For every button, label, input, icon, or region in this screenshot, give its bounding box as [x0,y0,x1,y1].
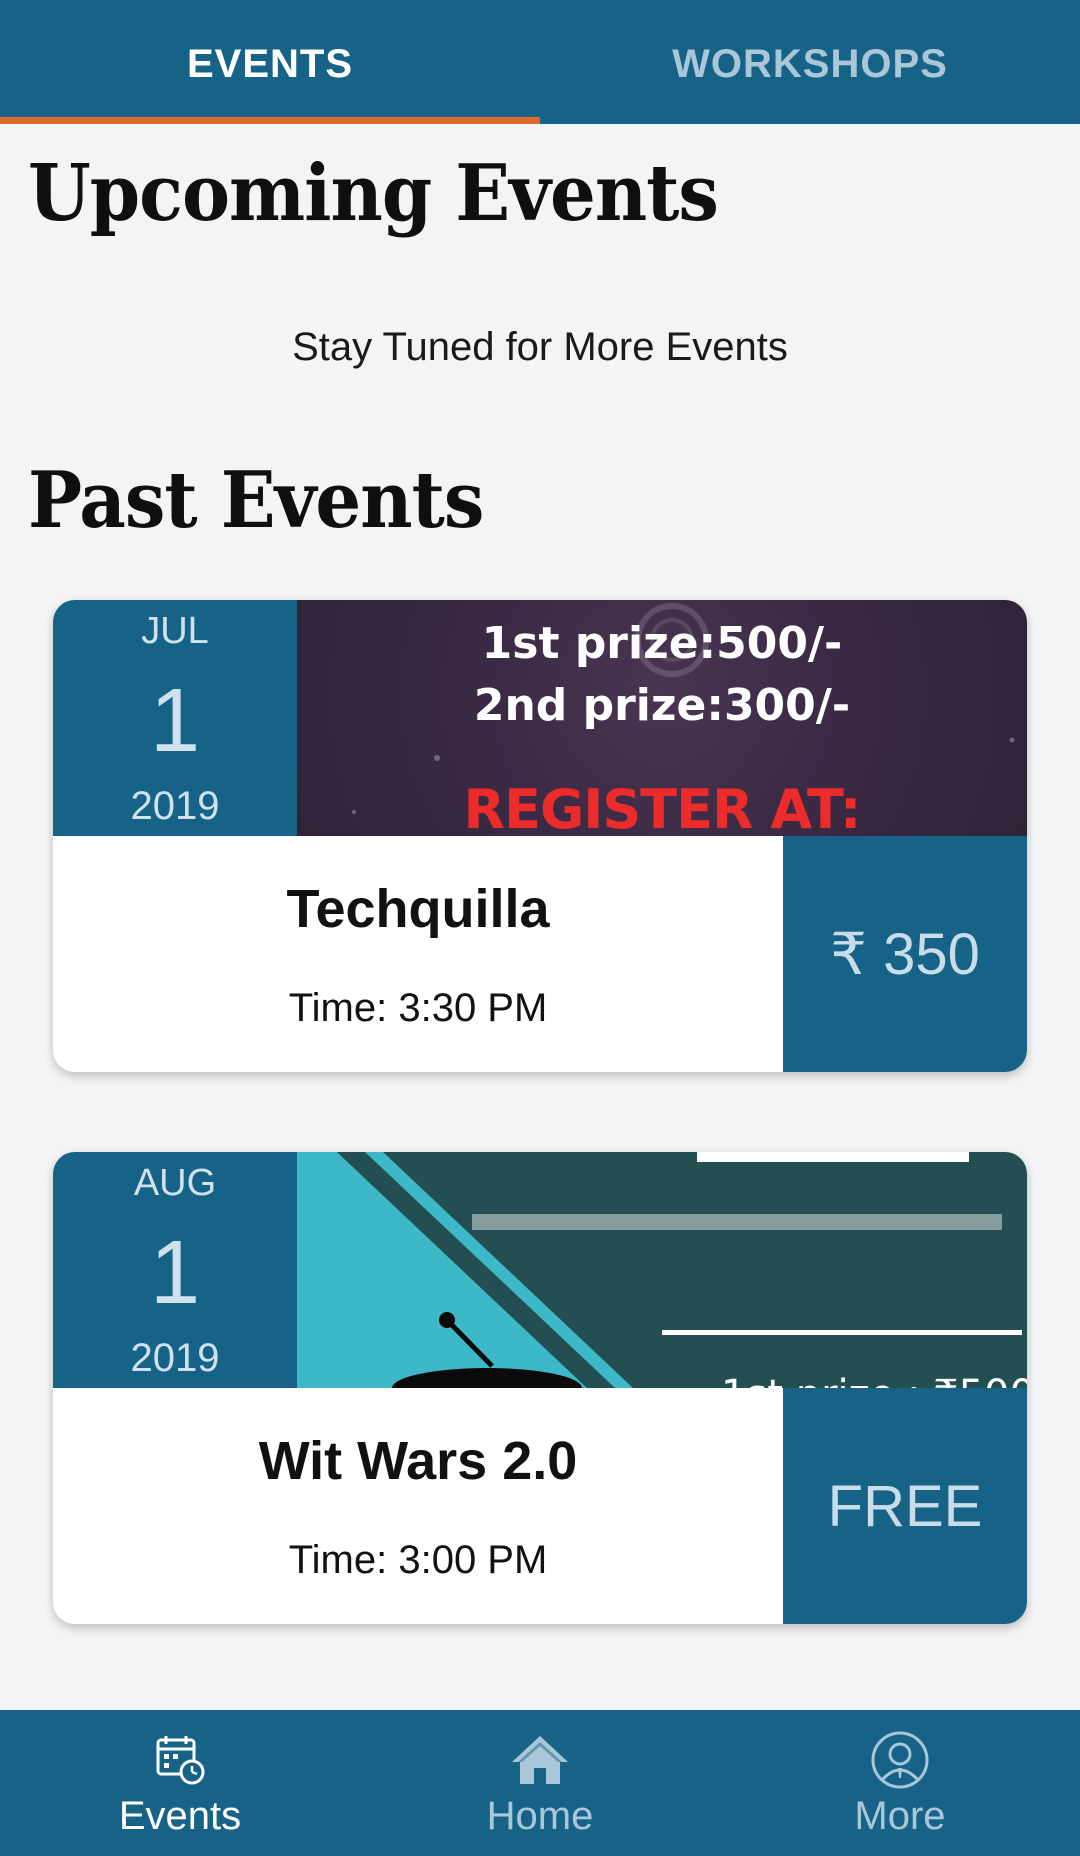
nav-home-label: Home [486,1794,594,1838]
bottom-navigation: Events Home More [0,1710,1080,1856]
event-time: Time: 3:30 PM [288,986,548,1030]
event-info: Wit Wars 2.0 Time: 3:00 PM [53,1388,783,1624]
active-tab-indicator [0,117,540,124]
event-poster-image: 1st prize : ₹500 [297,1152,1027,1388]
poster-text-second-prize: 2nd prize:300/- [473,680,851,731]
event-card-techquilla[interactable]: JUL 1 2019 1st prize:500/- 2nd prize:300… [53,600,1027,1072]
event-poster-image: 1st prize:500/- 2nd prize:300/- REGISTER… [297,600,1027,836]
event-date: JUL 1 2019 [53,600,297,836]
event-price: FREE [783,1388,1027,1624]
upcoming-events-heading: Upcoming Events [28,146,719,239]
poster-text-prize: 1st prize : ₹500 [721,1372,1027,1388]
event-year: 2019 [130,1336,220,1380]
tab-workshops[interactable]: WORKSHOPS [540,4,1080,124]
event-month: JUL [141,610,209,652]
poster-text-register: REGISTER AT: [463,778,862,836]
event-info: Techquilla Time: 3:30 PM [53,836,783,1072]
event-card-wit-wars[interactable]: AUG 1 2019 1st prize : ₹500 Wit Wars 2.0… [53,1152,1027,1624]
top-tab-bar: EVENTS WORKSHOPS [0,0,1080,124]
event-day: 1 [149,1223,201,1323]
nav-events[interactable]: Events [0,1710,360,1856]
past-events-heading: Past Events [28,453,484,546]
tab-events[interactable]: EVENTS [0,4,540,124]
event-year: 2019 [130,784,220,828]
event-date: AUG 1 2019 [53,1152,297,1388]
upcoming-empty-message: Stay Tuned for More Events [292,325,788,369]
home-icon [512,1736,568,1784]
poster-text-first-prize: 1st prize:500/- [481,618,843,669]
event-name: Techquilla [286,879,550,939]
event-month: AUG [133,1162,217,1204]
nav-more-label: More [854,1794,946,1838]
poster-graphic [297,1152,1022,1388]
nav-events-label: Events [118,1794,242,1838]
event-time: Time: 3:00 PM [288,1538,548,1582]
event-name: Wit Wars 2.0 [258,1431,578,1491]
calendar-clock-icon [156,1736,205,1785]
nav-home[interactable]: Home [360,1710,720,1856]
event-day: 1 [149,671,201,771]
event-price: ₹ 350 [783,836,1027,1072]
nav-more[interactable]: More [720,1710,1080,1856]
user-avatar-icon [871,1731,929,1789]
